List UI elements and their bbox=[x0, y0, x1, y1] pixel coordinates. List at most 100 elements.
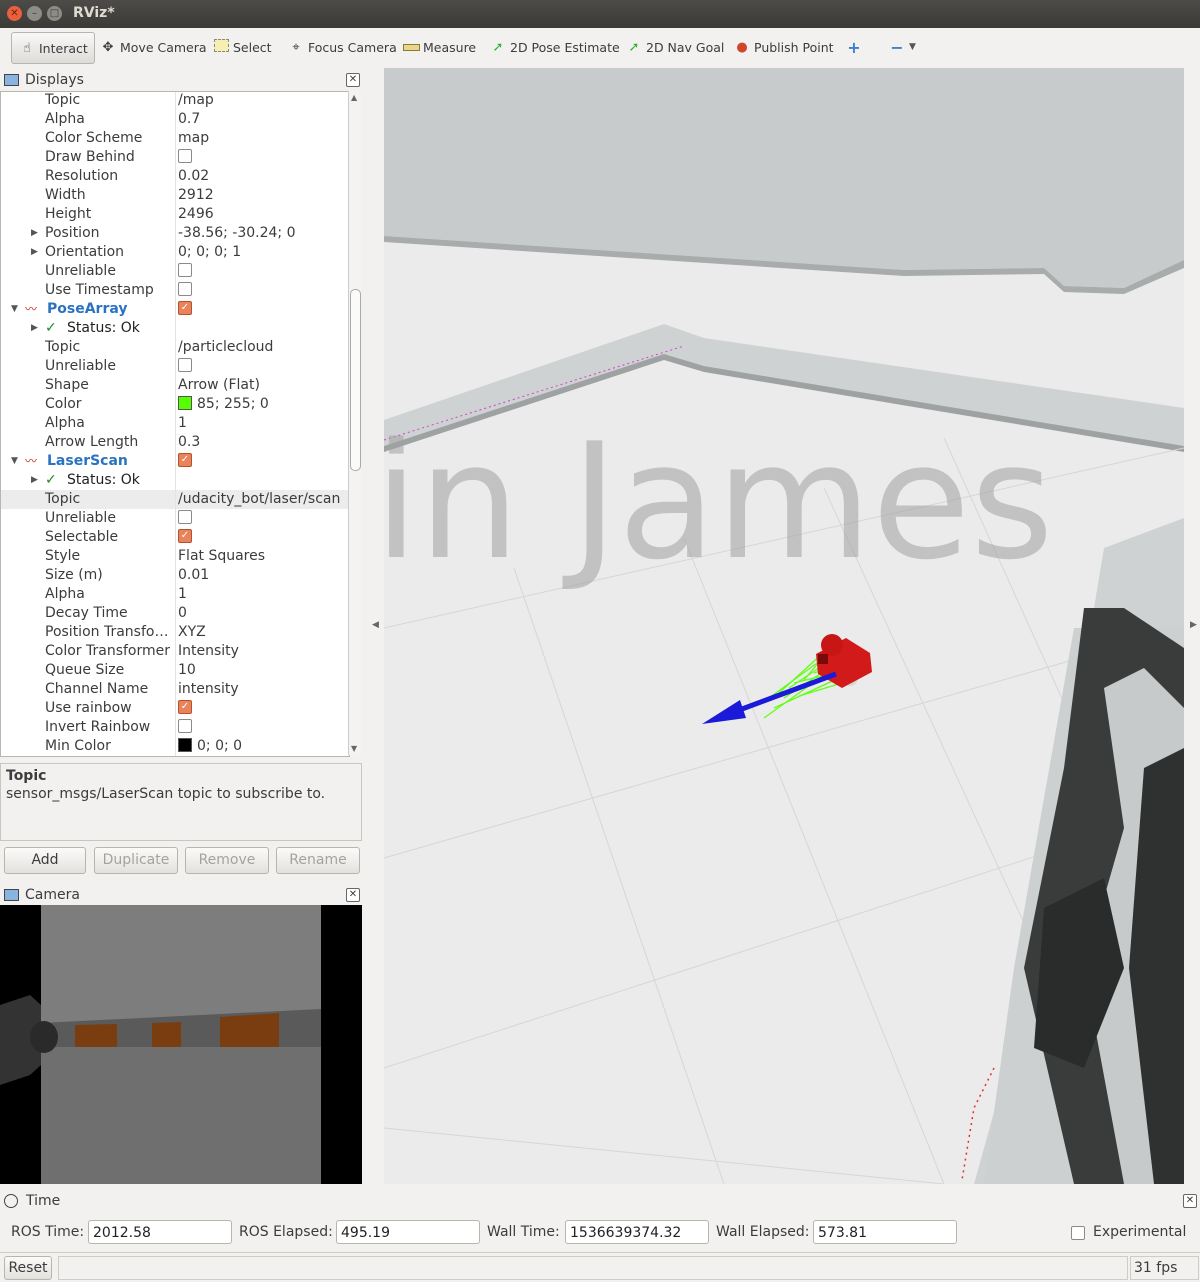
property-row[interactable]: Selectable ✓ bbox=[1, 528, 349, 547]
property-row[interactable]: Use Timestamp bbox=[1, 281, 349, 300]
property-row[interactable]: Topic/udacity_bot/laser/scan bbox=[1, 490, 349, 509]
nav-goal-tool-button[interactable]: ➚ 2D Nav Goal bbox=[625, 32, 725, 62]
property-row[interactable]: Unreliable bbox=[1, 262, 349, 281]
property-row[interactable]: Topic/particlecloud bbox=[1, 338, 349, 357]
reset-button[interactable]: Reset bbox=[4, 1256, 52, 1280]
close-panel-icon[interactable]: ✕ bbox=[346, 888, 360, 902]
property-value[interactable]: /particlecloud bbox=[178, 338, 273, 357]
move-camera-tool-button[interactable]: ✥ Move Camera bbox=[99, 32, 207, 62]
expand-arrow-icon[interactable]: ▶ bbox=[31, 224, 38, 243]
select-tool-button[interactable]: Select bbox=[212, 32, 272, 62]
property-row[interactable]: Width 2912 bbox=[1, 186, 349, 205]
property-row[interactable]: Color 85; 255; 0 bbox=[1, 395, 349, 414]
property-row[interactable]: Size (m) 0.01 bbox=[1, 566, 349, 585]
property-row[interactable]: Queue Size 10 bbox=[1, 661, 349, 680]
property-checkbox[interactable] bbox=[178, 149, 192, 163]
experimental-checkbox[interactable] bbox=[1071, 1226, 1085, 1240]
close-panel-icon[interactable]: ✕ bbox=[1183, 1194, 1197, 1208]
property-row[interactable]: Color Scheme map bbox=[1, 129, 349, 148]
property-checkbox[interactable]: ✓ bbox=[178, 529, 192, 543]
collapse-left-icon[interactable]: ◀ bbox=[372, 620, 379, 630]
property-row[interactable]: Alpha 1 bbox=[1, 585, 349, 604]
property-checkbox[interactable] bbox=[178, 510, 192, 524]
property-checkbox[interactable]: ✓ bbox=[178, 301, 192, 315]
property-checkbox[interactable] bbox=[178, 719, 192, 733]
property-row[interactable]: Color Transformer Intensity bbox=[1, 642, 349, 661]
property-value[interactable]: -38.56; -30.24; 0 bbox=[178, 224, 296, 243]
color-swatch[interactable] bbox=[178, 738, 192, 752]
property-value[interactable]: 0; 0; 0; 1 bbox=[178, 243, 241, 262]
rename-display-button[interactable]: Rename bbox=[276, 847, 360, 874]
property-value[interactable]: 0.01 bbox=[178, 566, 209, 585]
wall-time-field[interactable]: 1536639374.32 bbox=[565, 1220, 709, 1244]
color-swatch[interactable] bbox=[178, 396, 192, 410]
window-maximize-button[interactable]: □ bbox=[47, 6, 62, 21]
property-value[interactable]: /map bbox=[178, 92, 214, 110]
property-value[interactable]: 1 bbox=[178, 414, 187, 433]
property-value[interactable]: Flat Squares bbox=[178, 547, 265, 566]
property-value[interactable]: 1 bbox=[178, 585, 187, 604]
property-value[interactable]: Intensity bbox=[178, 642, 239, 661]
property-row[interactable]: Unreliable bbox=[1, 357, 349, 376]
property-row[interactable]: Alpha 1 bbox=[1, 414, 349, 433]
scroll-down-icon[interactable]: ▼ bbox=[351, 744, 357, 753]
add-display-button[interactable]: Add bbox=[4, 847, 86, 874]
property-row[interactable]: Arrow Length 0.3 bbox=[1, 433, 349, 452]
expand-arrow-icon[interactable]: ▶ bbox=[31, 243, 38, 262]
property-row[interactable]: Height 2496 bbox=[1, 205, 349, 224]
property-row[interactable]: Position Transfo… XYZ bbox=[1, 623, 349, 642]
property-value[interactable]: XYZ bbox=[178, 623, 206, 642]
measure-tool-button[interactable]: Measure bbox=[402, 32, 476, 62]
property-value[interactable]: 0.7 bbox=[178, 110, 200, 129]
remove-display-button[interactable]: Remove bbox=[185, 847, 269, 874]
property-row[interactable]: ▶ Position -38.56; -30.24; 0 bbox=[1, 224, 349, 243]
property-value[interactable]: intensity bbox=[178, 680, 239, 699]
interact-tool-button[interactable]: ☝ Interact bbox=[11, 32, 95, 64]
expand-arrow-icon[interactable]: ▼ bbox=[11, 452, 18, 471]
scroll-up-icon[interactable]: ▲ bbox=[351, 93, 357, 102]
property-row[interactable]: Decay Time 0 bbox=[1, 604, 349, 623]
property-checkbox[interactable]: ✓ bbox=[178, 700, 192, 714]
window-close-button[interactable]: ✕ bbox=[7, 6, 22, 21]
displays-scrollbar[interactable]: ▲ ▼ bbox=[348, 91, 361, 755]
property-row[interactable]: Channel Name intensity bbox=[1, 680, 349, 699]
ros-time-field[interactable]: 2012.58 bbox=[88, 1220, 232, 1244]
property-checkbox[interactable]: ✓ bbox=[178, 453, 192, 467]
duplicate-display-button[interactable]: Duplicate bbox=[94, 847, 178, 874]
property-row[interactable]: ▶ ✓ Status: Ok bbox=[1, 319, 349, 338]
wall-elapsed-field[interactable]: 573.81 bbox=[813, 1220, 957, 1244]
property-row[interactable]: Style Flat Squares bbox=[1, 547, 349, 566]
focus-camera-tool-button[interactable]: ⌖ Focus Camera bbox=[287, 32, 396, 62]
property-row[interactable]: Topic/map bbox=[1, 92, 349, 110]
property-row[interactable]: ▶ ✓ Status: Ok bbox=[1, 471, 349, 490]
remove-tool-button[interactable]: − ▼ bbox=[888, 32, 916, 62]
property-row[interactable]: Resolution 0.02 bbox=[1, 167, 349, 186]
property-value[interactable]: 0.3 bbox=[178, 433, 200, 452]
property-value[interactable]: 85; 255; 0 bbox=[178, 395, 269, 414]
property-value[interactable]: map bbox=[178, 129, 209, 148]
property-row[interactable]: Invert Rainbow bbox=[1, 718, 349, 737]
render-3d-view[interactable]: Kevin James bbox=[384, 68, 1184, 1184]
publish-point-tool-button[interactable]: ● Publish Point bbox=[733, 32, 833, 62]
display-group-row[interactable]: ▼ 〰 PoseArray ✓ bbox=[1, 300, 349, 319]
expand-arrow-icon[interactable]: ▶ bbox=[31, 319, 38, 338]
property-checkbox[interactable] bbox=[178, 282, 192, 296]
property-value[interactable]: 0; 0; 0 bbox=[178, 737, 242, 756]
collapse-right-icon[interactable]: ▶ bbox=[1190, 620, 1197, 630]
expand-arrow-icon[interactable]: ▼ bbox=[11, 300, 18, 319]
property-checkbox[interactable] bbox=[178, 358, 192, 372]
display-group-row[interactable]: ▼ 〰 LaserScan ✓ bbox=[1, 452, 349, 471]
property-value[interactable]: 0.02 bbox=[178, 167, 209, 186]
property-value[interactable]: 10 bbox=[178, 661, 196, 680]
close-panel-icon[interactable]: ✕ bbox=[346, 73, 360, 87]
property-row[interactable]: Alpha 0.7 bbox=[1, 110, 349, 129]
property-row[interactable]: ▶ Orientation 0; 0; 0; 1 bbox=[1, 243, 349, 262]
property-row[interactable]: Min Color 0; 0; 0 bbox=[1, 737, 349, 756]
add-tool-button[interactable]: + bbox=[845, 32, 866, 62]
scrollbar-thumb[interactable] bbox=[350, 289, 361, 471]
expand-arrow-icon[interactable]: ▶ bbox=[31, 471, 38, 490]
pose-estimate-tool-button[interactable]: ➚ 2D Pose Estimate bbox=[489, 32, 620, 62]
displays-tree[interactable]: Topic/map Alpha 0.7 Color Scheme map Draw Beh… bbox=[0, 91, 350, 757]
property-row[interactable]: Use rainbow ✓ bbox=[1, 699, 349, 718]
window-minimize-button[interactable]: – bbox=[27, 6, 42, 21]
